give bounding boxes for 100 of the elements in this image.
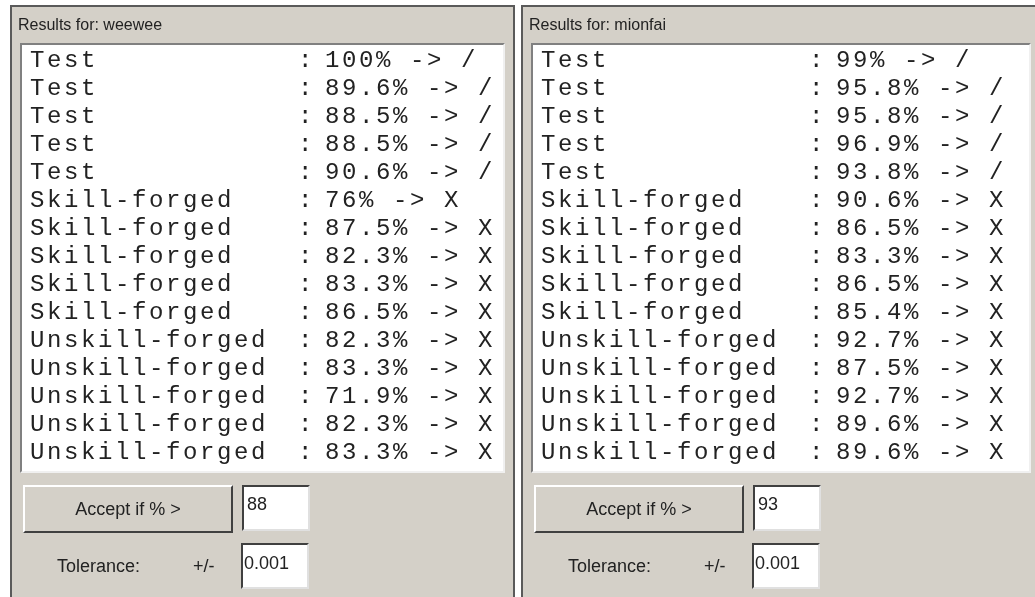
threshold-field[interactable]: 93 (753, 485, 821, 531)
result-label: Unskill-forged (30, 383, 270, 411)
accept-button[interactable]: Accept if % > (23, 485, 233, 533)
result-value: 90.6% -> / (325, 159, 496, 187)
result-label: Skill-forged (30, 299, 236, 327)
tolerance-field[interactable]: 0.001 (241, 543, 309, 589)
result-separator: : (298, 187, 316, 215)
result-label: Test (30, 47, 99, 75)
result-separator: : (298, 411, 316, 439)
result-value: 82.3% -> X (325, 411, 496, 439)
result-label: Skill-forged (30, 215, 236, 243)
result-separator: : (298, 215, 316, 243)
result-value: 83.3% -> X (325, 271, 496, 299)
result-value: 89.6% -> X (836, 411, 1007, 439)
result-separator: : (298, 355, 316, 383)
result-separator: : (809, 103, 827, 131)
tolerance-prefix: +/- (193, 554, 216, 578)
result-separator: : (298, 103, 316, 131)
result-label: Unskill-forged (30, 411, 270, 439)
result-label: Unskill-forged (541, 411, 781, 439)
result-value: 86.5% -> X (325, 299, 496, 327)
result-separator: : (809, 243, 827, 271)
result-label: Test (541, 47, 610, 75)
result-label: Test (541, 75, 610, 103)
result-separator: : (298, 47, 316, 75)
result-separator: : (298, 299, 316, 327)
result-value: 99% -> / (836, 47, 973, 75)
result-value: 82.3% -> X (325, 327, 496, 355)
tolerance-field[interactable]: 0.001 (752, 543, 820, 589)
result-label: Unskill-forged (30, 355, 270, 383)
result-label: Unskill-forged (30, 327, 270, 355)
threshold-field[interactable]: 88 (242, 485, 310, 531)
result-separator: : (809, 411, 827, 439)
result-separator: : (809, 383, 827, 411)
result-value: 88.5% -> / (325, 131, 496, 159)
result-value: 92.7% -> X (836, 327, 1007, 355)
result-separator: : (298, 159, 316, 187)
result-label: Test (541, 103, 610, 131)
result-separator: : (298, 131, 316, 159)
result-separator: : (809, 327, 827, 355)
result-separator: : (809, 439, 827, 467)
result-value: 92.7% -> X (836, 383, 1007, 411)
result-label: Skill-forged (541, 187, 747, 215)
result-separator: : (298, 327, 316, 355)
result-label: Unskill-forged (541, 355, 781, 383)
result-value: 88.5% -> / (325, 103, 496, 131)
result-value: 86.5% -> X (836, 215, 1007, 243)
result-label: Test (541, 159, 610, 187)
result-value: 89.6% -> / (325, 75, 496, 103)
result-label: Skill-forged (30, 187, 236, 215)
result-separator: : (809, 215, 827, 243)
result-label: Skill-forged (541, 271, 747, 299)
result-value: 93.8% -> / (836, 159, 1007, 187)
panel-title: Results for: mionfai (529, 15, 667, 35)
result-separator: : (809, 159, 827, 187)
result-value: 96.9% -> / (836, 131, 1007, 159)
result-label: Skill-forged (541, 299, 747, 327)
result-separator: : (809, 47, 827, 75)
result-label: Test (541, 131, 610, 159)
result-separator: : (809, 187, 827, 215)
tolerance-label: Tolerance: (568, 554, 653, 578)
result-value: 83.3% -> X (325, 439, 496, 467)
result-label: Skill-forged (541, 243, 747, 271)
tolerance-prefix: +/- (704, 554, 727, 578)
result-separator: : (298, 271, 316, 299)
accept-button[interactable]: Accept if % > (534, 485, 744, 533)
result-separator: : (298, 75, 316, 103)
result-label: Unskill-forged (541, 327, 781, 355)
result-value: 100% -> / (325, 47, 479, 75)
result-value: 89.6% -> X (836, 439, 1007, 467)
result-separator: : (298, 243, 316, 271)
result-separator: : (298, 383, 316, 411)
result-value: 76% -> X (325, 187, 462, 215)
result-label: Unskill-forged (30, 439, 270, 467)
result-separator: : (298, 439, 316, 467)
result-label: Test (30, 103, 99, 131)
result-label: Skill-forged (30, 271, 236, 299)
result-label: Skill-forged (541, 215, 747, 243)
result-value: 90.6% -> X (836, 187, 1007, 215)
tolerance-label: Tolerance: (57, 554, 142, 578)
result-separator: : (809, 271, 827, 299)
result-value: 71.9% -> X (325, 383, 496, 411)
result-label: Test (30, 159, 99, 187)
result-label: Unskill-forged (541, 383, 781, 411)
result-separator: : (809, 131, 827, 159)
result-value: 95.8% -> / (836, 75, 1007, 103)
result-value: 87.5% -> X (325, 215, 496, 243)
result-value: 95.8% -> / (836, 103, 1007, 131)
result-label: Test (30, 75, 99, 103)
result-value: 83.3% -> X (836, 243, 1007, 271)
result-label: Skill-forged (30, 243, 236, 271)
result-value: 83.3% -> X (325, 355, 496, 383)
result-label: Test (30, 131, 99, 159)
result-value: 85.4% -> X (836, 299, 1007, 327)
result-value: 86.5% -> X (836, 271, 1007, 299)
result-separator: : (809, 299, 827, 327)
result-label: Unskill-forged (541, 439, 781, 467)
result-value: 82.3% -> X (325, 243, 496, 271)
result-separator: : (809, 355, 827, 383)
panel-title: Results for: weewee (18, 15, 164, 35)
